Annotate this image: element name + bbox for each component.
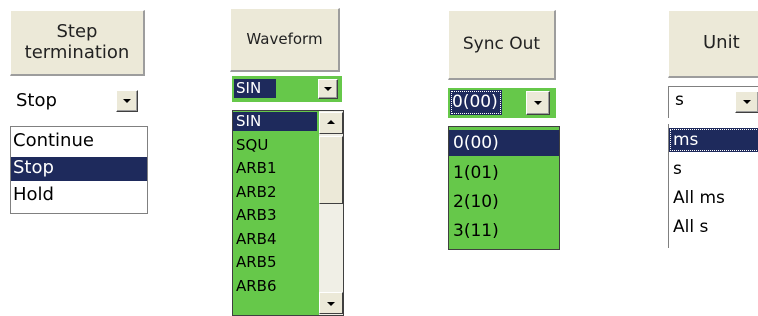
unit-header[interactable]: Unit: [668, 10, 758, 78]
sync-out-option-1[interactable]: 1(01): [449, 160, 559, 186]
unit-dropdown-list: ms s All ms All s: [668, 124, 758, 248]
unit-header-label: Unit: [703, 32, 740, 54]
step-termination-header[interactable]: Step termination: [10, 10, 145, 76]
step-termination-dropdown-list: Continue Stop Hold: [10, 126, 148, 214]
waveform-header-label: Waveform: [246, 29, 323, 48]
waveform-header[interactable]: Waveform: [230, 8, 340, 72]
step-termination-combobox-value: Stop: [16, 90, 57, 111]
unit-option-all-s[interactable]: All s: [669, 215, 758, 239]
step-termination-option-hold[interactable]: Hold: [11, 184, 147, 208]
step-termination-combobox[interactable]: Stop: [10, 86, 138, 118]
unit-option-all-ms[interactable]: All ms: [669, 186, 758, 210]
waveform-option-sin[interactable]: SIN: [233, 112, 317, 131]
step-termination-option-continue[interactable]: Continue: [11, 130, 147, 154]
sync-out-option-0[interactable]: 0(00): [449, 130, 559, 156]
waveform-scrollbar[interactable]: [319, 111, 343, 315]
sync-out-header-label: Sync Out: [462, 33, 541, 54]
sync-out-dropdown-list: 0(00) 1(01) 2(10) 3(11): [448, 126, 560, 250]
unit-combobox[interactable]: s: [668, 86, 758, 118]
waveform-dropdown-list: SIN SQU ARB1 ARB2 ARB3 ARB4 ARB5 ARB6: [232, 110, 344, 316]
unit-option-s[interactable]: s: [669, 157, 758, 181]
sync-out-combobox-value: 0(00): [450, 90, 502, 115]
sync-out-option-3[interactable]: 3(11): [449, 218, 559, 244]
chevron-down-icon[interactable]: [735, 91, 758, 113]
scrollbar-thumb[interactable]: [319, 136, 343, 204]
step-termination-option-stop[interactable]: Stop: [11, 157, 147, 181]
sync-out-option-2[interactable]: 2(10): [449, 189, 559, 215]
waveform-combobox-value: SIN: [234, 79, 276, 98]
chevron-down-icon[interactable]: [526, 91, 550, 115]
step-termination-header-label: Step termination: [24, 20, 130, 63]
unit-combobox-value: s: [675, 90, 684, 110]
chevron-down-icon[interactable]: [116, 90, 138, 112]
scroll-up-arrow-icon[interactable]: [319, 112, 343, 134]
sync-out-combobox[interactable]: 0(00): [448, 88, 556, 118]
sync-out-header[interactable]: Sync Out: [448, 10, 556, 80]
waveform-combobox[interactable]: SIN: [232, 76, 342, 102]
scroll-down-arrow-icon[interactable]: [319, 292, 343, 314]
chevron-down-icon[interactable]: [318, 79, 338, 99]
unit-option-ms[interactable]: ms: [669, 128, 758, 152]
